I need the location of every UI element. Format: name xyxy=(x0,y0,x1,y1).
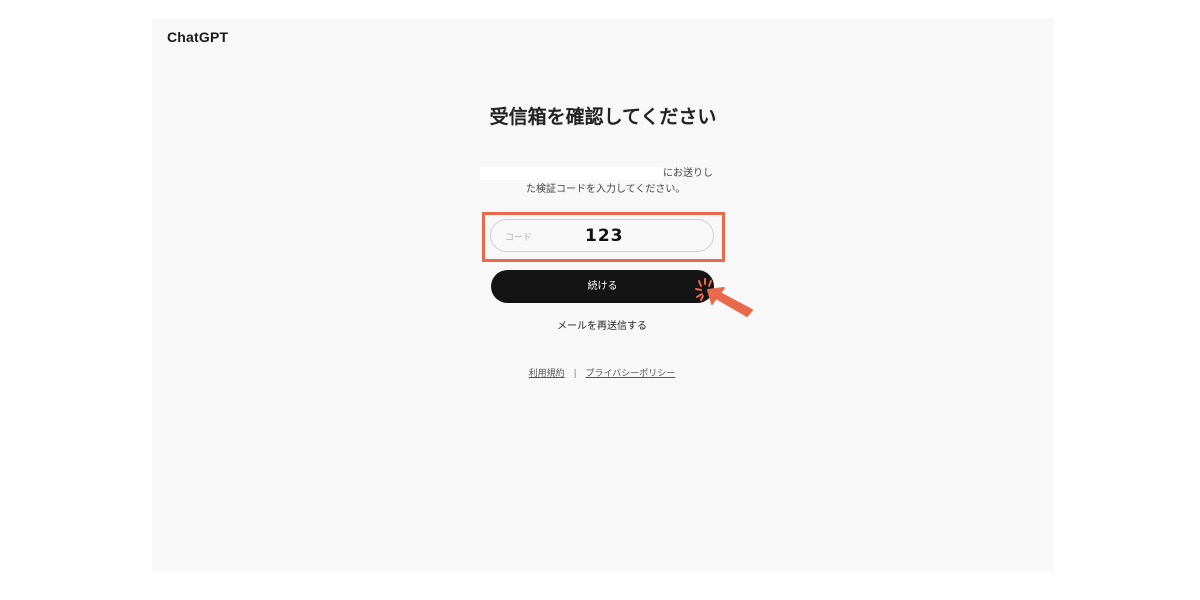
description-line-1: にお送りし xyxy=(663,168,713,179)
page-title: 受信箱を確認してください xyxy=(489,106,717,128)
arrow-pointer-icon xyxy=(707,287,753,317)
description-line-2: た検証コードを入力してください。 xyxy=(526,184,686,195)
email-address-redacted xyxy=(480,167,663,180)
brand-logo: ChatGPT xyxy=(167,29,229,45)
terms-link[interactable]: 利用規約 xyxy=(529,369,565,379)
footer-links: 利用規約 | プライバシーポリシー xyxy=(480,366,724,379)
footer-separator: | xyxy=(573,369,577,379)
click-cursor-icon xyxy=(695,278,753,317)
code-typed-value: 123 xyxy=(585,226,624,246)
continue-button[interactable]: 続ける xyxy=(491,270,714,303)
privacy-link[interactable]: プライバシーポリシー xyxy=(585,369,675,379)
resend-email-link[interactable]: メールを再送信する xyxy=(480,317,724,332)
code-input-placeholder: コード xyxy=(505,233,533,243)
